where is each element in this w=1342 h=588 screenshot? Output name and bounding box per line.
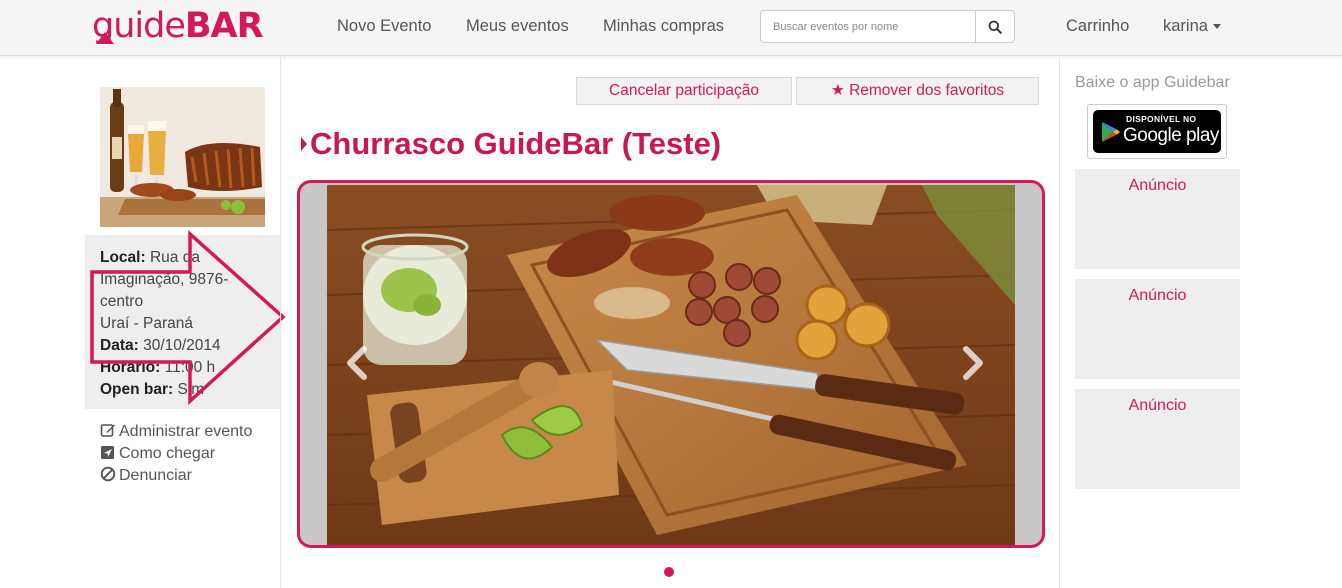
manage-event-label: Administrar evento: [119, 423, 253, 440]
nav-my-purchases[interactable]: Minhas compras: [603, 16, 724, 36]
right-divider: [1059, 57, 1060, 588]
event-photo-carousel: [297, 180, 1045, 548]
star-icon: ★: [830, 82, 845, 99]
ad-slot-1[interactable]: Anúncio: [1075, 169, 1240, 269]
directions-label: Como chegar: [119, 445, 216, 462]
manage-event-link[interactable]: Administrar evento: [100, 421, 275, 443]
report-link[interactable]: Denunciar: [100, 465, 275, 487]
annotation-arrow-graphic: [90, 230, 286, 405]
search-input[interactable]: [761, 11, 976, 42]
nav-my-events[interactable]: Meus eventos: [466, 16, 569, 36]
user-menu[interactable]: karina: [1163, 16, 1221, 36]
event-actions: Administrar evento Como chegar Denunciar: [100, 421, 275, 487]
location-arrow-icon: [101, 446, 114, 459]
title-marker-icon: [301, 137, 307, 151]
carousel-indicator-dot[interactable]: [664, 567, 674, 577]
app-download-title: Baixe o app Guidebar: [1075, 74, 1230, 91]
event-thumbnail: [100, 87, 265, 227]
edit-icon: [100, 424, 115, 437]
ad-slot-3[interactable]: Anúncio: [1075, 389, 1240, 489]
guidebar-logo[interactable]: guideBAR: [92, 4, 264, 50]
carousel-prev-chevron-icon[interactable]: [342, 343, 372, 383]
search-button[interactable]: [975, 11, 1014, 42]
directions-link[interactable]: Como chegar: [100, 443, 275, 465]
ad-slot-2[interactable]: Anúncio: [1075, 279, 1240, 379]
report-label: Denunciar: [119, 467, 192, 484]
search-box: [760, 10, 1015, 43]
google-play-badge-inner: DISPONÍVEL NO Google play: [1093, 110, 1221, 153]
google-play-badge[interactable]: DISPONÍVEL NO Google play: [1087, 104, 1227, 159]
remove-favorite-button[interactable]: ★ Remover dos favoritos: [796, 77, 1039, 105]
event-title: Churrasco GuideBar (Teste): [310, 126, 722, 161]
nav-new-event[interactable]: Novo Evento: [337, 16, 431, 36]
logo-text-bar: BAR: [184, 6, 264, 46]
remove-favorite-label: Remover dos favoritos: [849, 82, 1005, 99]
left-divider: [280, 57, 281, 588]
ban-icon: [100, 466, 116, 482]
top-navbar: guideBAR Novo Evento Meus eventos Minhas…: [0, 0, 1342, 56]
nav-cart[interactable]: Carrinho: [1066, 16, 1129, 36]
barbecue-photo: [327, 185, 1015, 545]
google-play-icon: [1102, 122, 1120, 142]
user-name: karina: [1163, 17, 1208, 35]
store-big-text: Google play: [1123, 125, 1219, 146]
cancel-participation-button[interactable]: Cancelar participação: [576, 77, 792, 105]
carousel-next-chevron-icon[interactable]: [958, 343, 988, 383]
store-small-text: DISPONÍVEL NO: [1126, 114, 1197, 124]
chevron-down-icon: [1212, 24, 1221, 30]
search-icon: [988, 20, 1002, 34]
barbecue-thumbnail-image: [100, 87, 265, 227]
logo-triangle-icon: [96, 32, 114, 44]
